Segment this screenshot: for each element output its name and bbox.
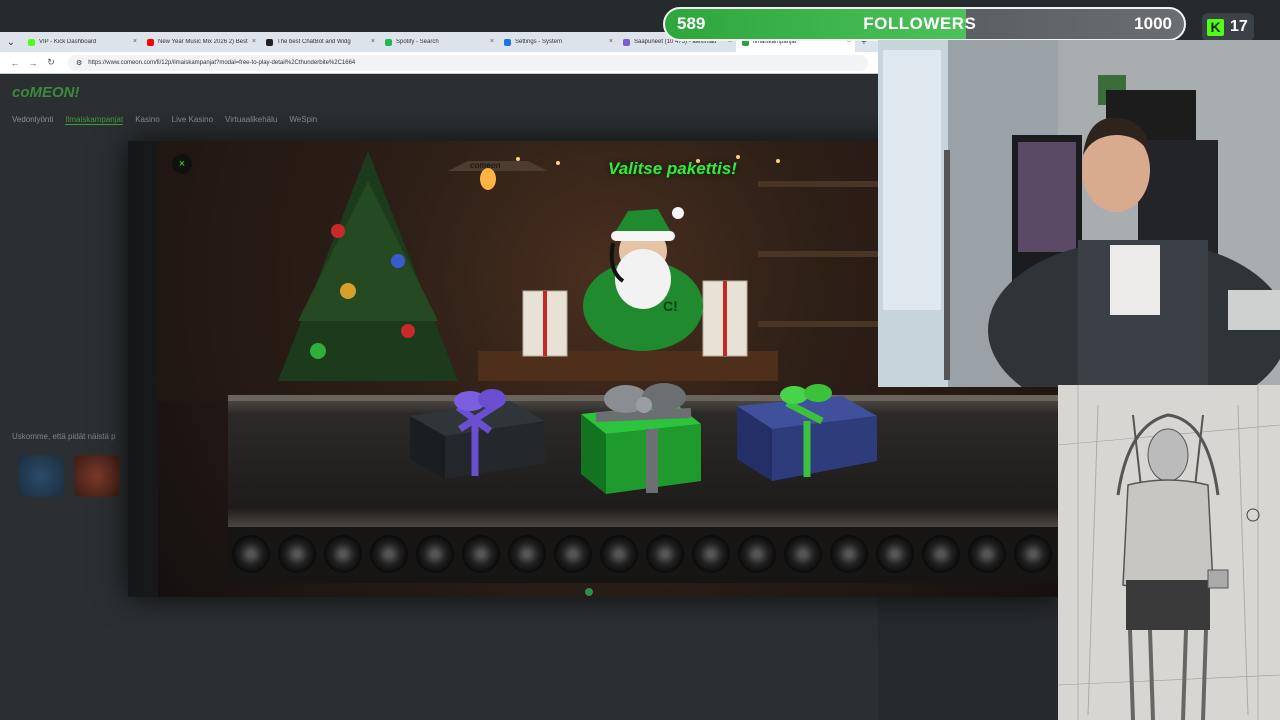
followers-goal-bar: 589 FOLLOWERS 1000 <box>663 7 1186 41</box>
tab-label: The best ChatBot and Widg <box>277 39 351 45</box>
modal-close-button[interactable]: × <box>172 154 192 174</box>
site-logo[interactable]: coMEON! <box>12 84 80 101</box>
conveyor-roller <box>278 535 316 573</box>
url-text: https://www.comeon.com/fi/12p/ilmaiskamp… <box>88 59 356 66</box>
tab-close-icon[interactable]: × <box>371 38 375 45</box>
game-thumbnail[interactable] <box>74 455 120 497</box>
carousel-indicator[interactable] <box>585 588 593 596</box>
kick-logo-icon: K <box>1207 18 1224 36</box>
modal-title: Valitse pakettis! <box>608 159 737 178</box>
site-nav-item[interactable]: Kasino <box>135 115 159 125</box>
conveyor-roller <box>692 535 730 573</box>
followers-current: 589 <box>677 14 706 33</box>
tab-close-icon[interactable]: × <box>490 38 494 45</box>
back-button[interactable]: ← <box>6 58 24 68</box>
conveyor-roller <box>324 535 362 573</box>
conveyor-roller <box>600 535 638 573</box>
conveyor-roller <box>1014 535 1052 573</box>
followers-label: FOLLOWERS <box>863 14 977 33</box>
conveyor-roller <box>232 535 270 573</box>
site-nav-item[interactable]: Ilmaiskampanjat <box>65 115 124 125</box>
conveyor-roller <box>738 535 776 573</box>
browser-toolbar: ← → ↻ ⚙ https://www.comeon.com/fi/12p/il… <box>0 52 878 74</box>
forward-button[interactable]: → <box>24 58 42 68</box>
browser-tab[interactable]: The best ChatBot and Widg × <box>260 32 379 52</box>
gift-green[interactable] <box>576 369 706 499</box>
browser-tab[interactable]: VIP - Kick Dashboard × <box>22 32 141 52</box>
stream-canvas: ⌄ VIP - Kick Dashboard × New Year Music Mi… <box>0 0 1280 720</box>
tab-favicon-icon <box>504 38 511 46</box>
tab-label: Settings - System <box>515 39 563 45</box>
conveyor-roller <box>554 535 592 573</box>
reload-button[interactable]: ↻ <box>42 57 60 68</box>
conveyor-roller <box>968 535 1006 573</box>
site-nav: Vedonlyönti Ilmaiskampanjat Kasino Live Kas… <box>12 115 317 125</box>
svg-text:C!: C! <box>663 298 678 314</box>
conveyor-rollers <box>228 527 1058 583</box>
conveyor-roller <box>784 535 822 573</box>
gift-black[interactable] <box>400 381 550 481</box>
tab-favicon-icon <box>623 38 630 46</box>
browser-tab[interactable]: Spotify - Search × <box>379 32 498 52</box>
browser-tab[interactable]: Settings - System × <box>498 32 617 52</box>
site-nav-item[interactable]: Virtuaalikehälu <box>225 115 277 125</box>
conveyor-roller <box>646 535 684 573</box>
webcam-image <box>878 40 1280 387</box>
site-nav-item[interactable]: WeSpin <box>289 115 317 125</box>
tab-close-icon[interactable]: × <box>252 38 256 45</box>
tab-label: VIP - Kick Dashboard <box>39 39 97 45</box>
webcam-feed <box>878 40 1280 387</box>
tab-favicon-icon <box>28 38 35 46</box>
lamp-logo-text: comeon <box>470 161 501 170</box>
conveyor-roller <box>416 535 454 573</box>
site-nav-item[interactable]: Live Kasino <box>172 115 213 125</box>
conveyor-roller <box>922 535 960 573</box>
viewer-count: 17 <box>1230 18 1248 35</box>
tab-favicon-icon <box>266 38 273 46</box>
tab-favicon-icon <box>147 38 154 46</box>
game-thumbnail[interactable] <box>18 455 64 497</box>
conveyor-roller <box>462 535 500 573</box>
conveyor-roller <box>830 535 868 573</box>
tab-close-icon[interactable]: × <box>609 38 613 45</box>
site-nav-item[interactable]: Vedonlyönti <box>12 115 53 125</box>
site-info-icon[interactable]: ⚙ <box>76 59 82 67</box>
tab-menu-icon[interactable]: ⌄ <box>0 37 22 48</box>
pencil-sketch-image <box>1058 385 1280 720</box>
lamp-bulb <box>480 168 496 190</box>
tab-favicon-icon <box>385 38 392 46</box>
tab-label: Spotify - Search <box>396 39 439 45</box>
kick-viewer-badge: K 17 <box>1202 13 1254 41</box>
address-bar[interactable]: ⚙ https://www.comeon.com/fi/12p/ilmaiska… <box>68 54 868 71</box>
tab-close-icon[interactable]: × <box>133 38 137 45</box>
tab-label: New Year Music Mix 2026 2) Best <box>158 39 248 45</box>
conveyor-roller <box>876 535 914 573</box>
followers-goal: 1000 <box>1134 14 1172 33</box>
gift-blue[interactable] <box>732 381 882 486</box>
recommendation-heading: Uskomme, että pidät näistä p <box>12 432 116 441</box>
conveyor-roller <box>508 535 546 573</box>
browser-tab[interactable]: New Year Music Mix 2026 2) Best × <box>141 32 260 52</box>
conveyor-roller <box>370 535 408 573</box>
pencil-sketch-panel <box>1058 385 1280 720</box>
